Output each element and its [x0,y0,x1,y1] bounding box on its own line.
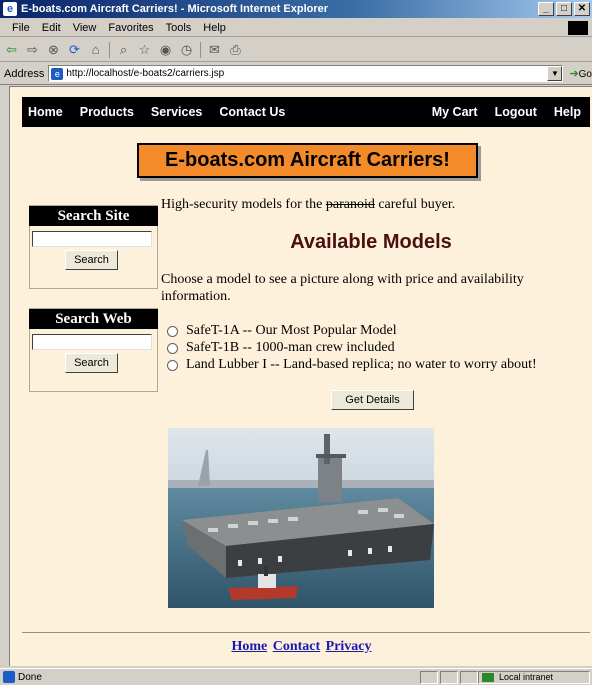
nav-home[interactable]: Home [22,105,74,119]
nav-logout[interactable]: Logout [487,105,546,119]
forward-icon[interactable]: ⇨ [25,42,40,57]
menu-help[interactable]: Help [197,22,232,34]
footer-home-link[interactable]: Home [231,639,267,654]
close-button[interactable]: ✕ [574,2,590,16]
media-icon[interactable]: ◉ [158,42,173,57]
footer-contact-link[interactable]: Contact [273,639,320,654]
nav-contact-us[interactable]: Contact Us [213,105,296,119]
model-option[interactable]: Land Lubber I -- Land-based replica; no … [167,357,537,373]
top-nav: Home Products Services Contact Us My Car… [22,97,590,127]
browser-toolbar: ⇦ ⇨ ⊗ ⟳ ⌂ ⌕ ☆ ◉ ◷ ✉ ⎙ [0,38,592,62]
footer-links: Home Contact Privacy [10,639,592,655]
menu-file[interactable]: File [6,22,36,34]
search-site-button[interactable]: Search [65,250,118,270]
page-viewport: Home Products Services Contact Us My Car… [9,86,592,666]
status-panel [460,671,478,684]
model-label: Land Lubber I -- Land-based replica; no … [186,357,537,372]
menu-bar: File Edit View Favorites Tools Help [0,19,592,37]
footer-divider [22,632,590,633]
radio-button[interactable] [167,342,178,354]
status-panel [440,671,458,684]
toolbar-separator [200,41,201,58]
search-web-input[interactable] [32,334,152,350]
nav-my-cart[interactable]: My Cart [424,105,487,119]
address-label: Address [4,67,45,80]
search-web-button[interactable]: Search [65,353,118,373]
search-site-title: Search Site [29,206,158,226]
model-label: SafeT-1B -- 1000-man crew included [186,340,395,355]
history-icon[interactable]: ◷ [179,42,194,57]
favorites-icon[interactable]: ☆ [137,42,152,57]
mail-icon[interactable]: ✉ [207,42,222,57]
search-site-input[interactable] [32,231,152,247]
back-icon[interactable]: ⇦ [4,42,19,57]
nav-services[interactable]: Services [145,105,213,119]
menu-view[interactable]: View [67,22,103,34]
nav-products[interactable]: Products [74,105,145,119]
window-title: E-boats.com Aircraft Carriers! - Microso… [21,3,329,15]
search-web-title: Search Web [29,309,158,329]
model-option[interactable]: SafeT-1B -- 1000-man crew included [167,340,395,356]
aircraft-carrier-photo [168,428,434,608]
address-bar: Address e http://localhost/e-boats2/carr… [0,63,592,85]
model-label: SafeT-1A -- Our Most Popular Model [186,323,397,338]
search-icon[interactable]: ⌕ [116,42,131,57]
zone-indicator: Local intranet [478,671,590,684]
menu-favorites[interactable]: Favorites [102,22,159,34]
description-text: Choose a model to see a picture along wi… [161,272,524,304]
address-input[interactable]: e http://localhost/e-boats2/carriers.jsp… [48,65,564,82]
page-icon: e [51,67,64,80]
nav-help[interactable]: Help [546,105,590,119]
print-icon[interactable]: ⎙ [228,42,243,57]
refresh-icon[interactable]: ⟳ [67,42,82,57]
minimize-button[interactable]: _ [538,2,554,16]
ie-logo-icon: e [3,2,17,16]
model-option[interactable]: SafeT-1A -- Our Most Popular Model [167,323,397,339]
page-banner: E-boats.com Aircraft Carriers! [137,143,478,178]
window-titlebar: e E-boats.com Aircraft Carriers! - Micro… [0,0,592,18]
search-web-box: Search Web Search [29,308,158,392]
status-bar: Done Local intranet [0,668,592,685]
address-dropdown-icon[interactable]: ▼ [547,66,563,81]
radio-button[interactable] [167,359,178,371]
page-heading: Available Models [290,231,452,253]
footer-privacy-link[interactable]: Privacy [326,639,372,654]
toolbar-separator [109,41,110,58]
windows-flag-icon [568,21,588,35]
status-text: Done [0,670,42,683]
stop-icon[interactable]: ⊗ [46,42,61,57]
get-details-button[interactable]: Get Details [331,390,414,410]
maximize-button[interactable]: □ [556,2,572,16]
menu-tools[interactable]: Tools [160,22,198,34]
go-button[interactable]: ➔Go [569,67,592,80]
menu-edit[interactable]: Edit [36,22,67,34]
struck-word: paranoid [325,197,375,212]
address-url: http://localhost/e-boats2/carriers.jsp [66,68,225,79]
intro-text: High-security models for the paranoid ca… [161,197,456,212]
status-panel [420,671,438,684]
home-icon[interactable]: ⌂ [88,42,103,57]
radio-button[interactable] [167,325,178,337]
search-site-box: Search Site Search [29,205,158,289]
